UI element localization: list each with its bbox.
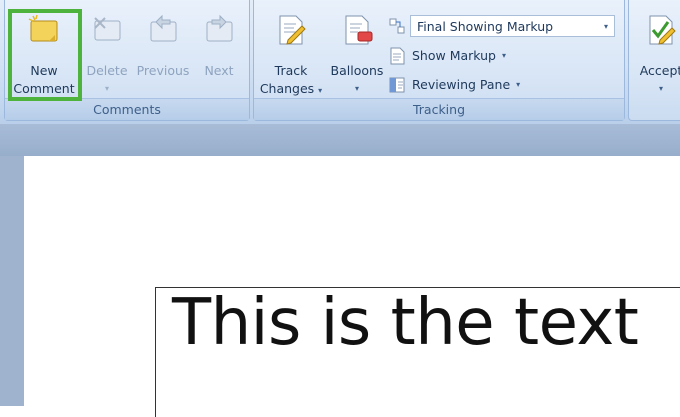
ribbon: New Comment Delete ▾ Previous Next Comme…	[0, 0, 680, 124]
next-comment-icon	[206, 14, 233, 42]
document-text[interactable]: This is the text	[172, 286, 639, 360]
track-changes-label-line2: Changes	[259, 81, 315, 96]
display-for-review-value: Final Showing Markup	[417, 18, 554, 34]
display-for-review: Final Showing Markup ▾	[388, 14, 620, 38]
document-text-box[interactable]: This is the text	[155, 286, 680, 417]
document-page[interactable]: This is the text	[24, 156, 680, 417]
comments-group-label: Comments	[5, 98, 249, 120]
previous-comment-button[interactable]: Previous	[133, 6, 193, 96]
balloons-icon	[345, 15, 373, 45]
display-for-review-icon	[389, 18, 405, 34]
reviewing-pane-dropdown-arrow: ▾	[516, 80, 521, 89]
previous-label: Previous	[136, 63, 190, 78]
reviewing-pane-label: Reviewing Pane	[412, 77, 511, 92]
reviewing-pane-icon	[389, 77, 405, 93]
balloons-button[interactable]: Balloons ▾	[326, 6, 388, 96]
accept-button[interactable]: Accept ▾	[633, 6, 680, 96]
next-comment-button[interactable]: Next	[193, 6, 245, 96]
previous-comment-icon	[150, 14, 177, 42]
chevron-down-icon: ▾	[603, 21, 608, 31]
accept-icon	[649, 15, 676, 45]
show-markup-dropdown-arrow: ▾	[502, 51, 507, 60]
changes-group: Accept ▾	[628, 0, 680, 121]
delete-label: Delete	[86, 63, 128, 78]
track-changes-label-line1: Track	[274, 63, 308, 78]
accept-dropdown-arrow: ▾	[658, 84, 663, 93]
track-changes-dropdown-arrow[interactable]: ▾	[318, 86, 322, 95]
show-markup-button[interactable]: Show Markup ▾	[388, 44, 506, 68]
delete-dropdown-arrow: ▾	[104, 84, 109, 93]
track-changes-icon	[279, 15, 306, 45]
delete-comment-icon	[94, 17, 121, 41]
new-comment-highlight	[8, 9, 82, 101]
accept-label: Accept	[639, 63, 680, 78]
display-for-review-dropdown[interactable]: Final Showing Markup ▾	[410, 15, 615, 37]
document-area: This is the text	[0, 124, 680, 417]
tracking-group-label: Tracking	[254, 98, 624, 120]
delete-comment-button[interactable]: Delete ▾	[75, 6, 139, 96]
document-top-strip	[0, 124, 680, 156]
next-label: Next	[204, 63, 234, 78]
reviewing-pane-button[interactable]: Reviewing Pane ▾	[388, 73, 520, 97]
balloons-dropdown-arrow: ▾	[354, 84, 359, 93]
show-markup-label: Show Markup	[412, 48, 496, 63]
track-changes-button[interactable]: Track Changes ▾	[256, 6, 326, 96]
show-markup-icon	[390, 47, 405, 65]
balloons-label: Balloons	[330, 63, 384, 78]
